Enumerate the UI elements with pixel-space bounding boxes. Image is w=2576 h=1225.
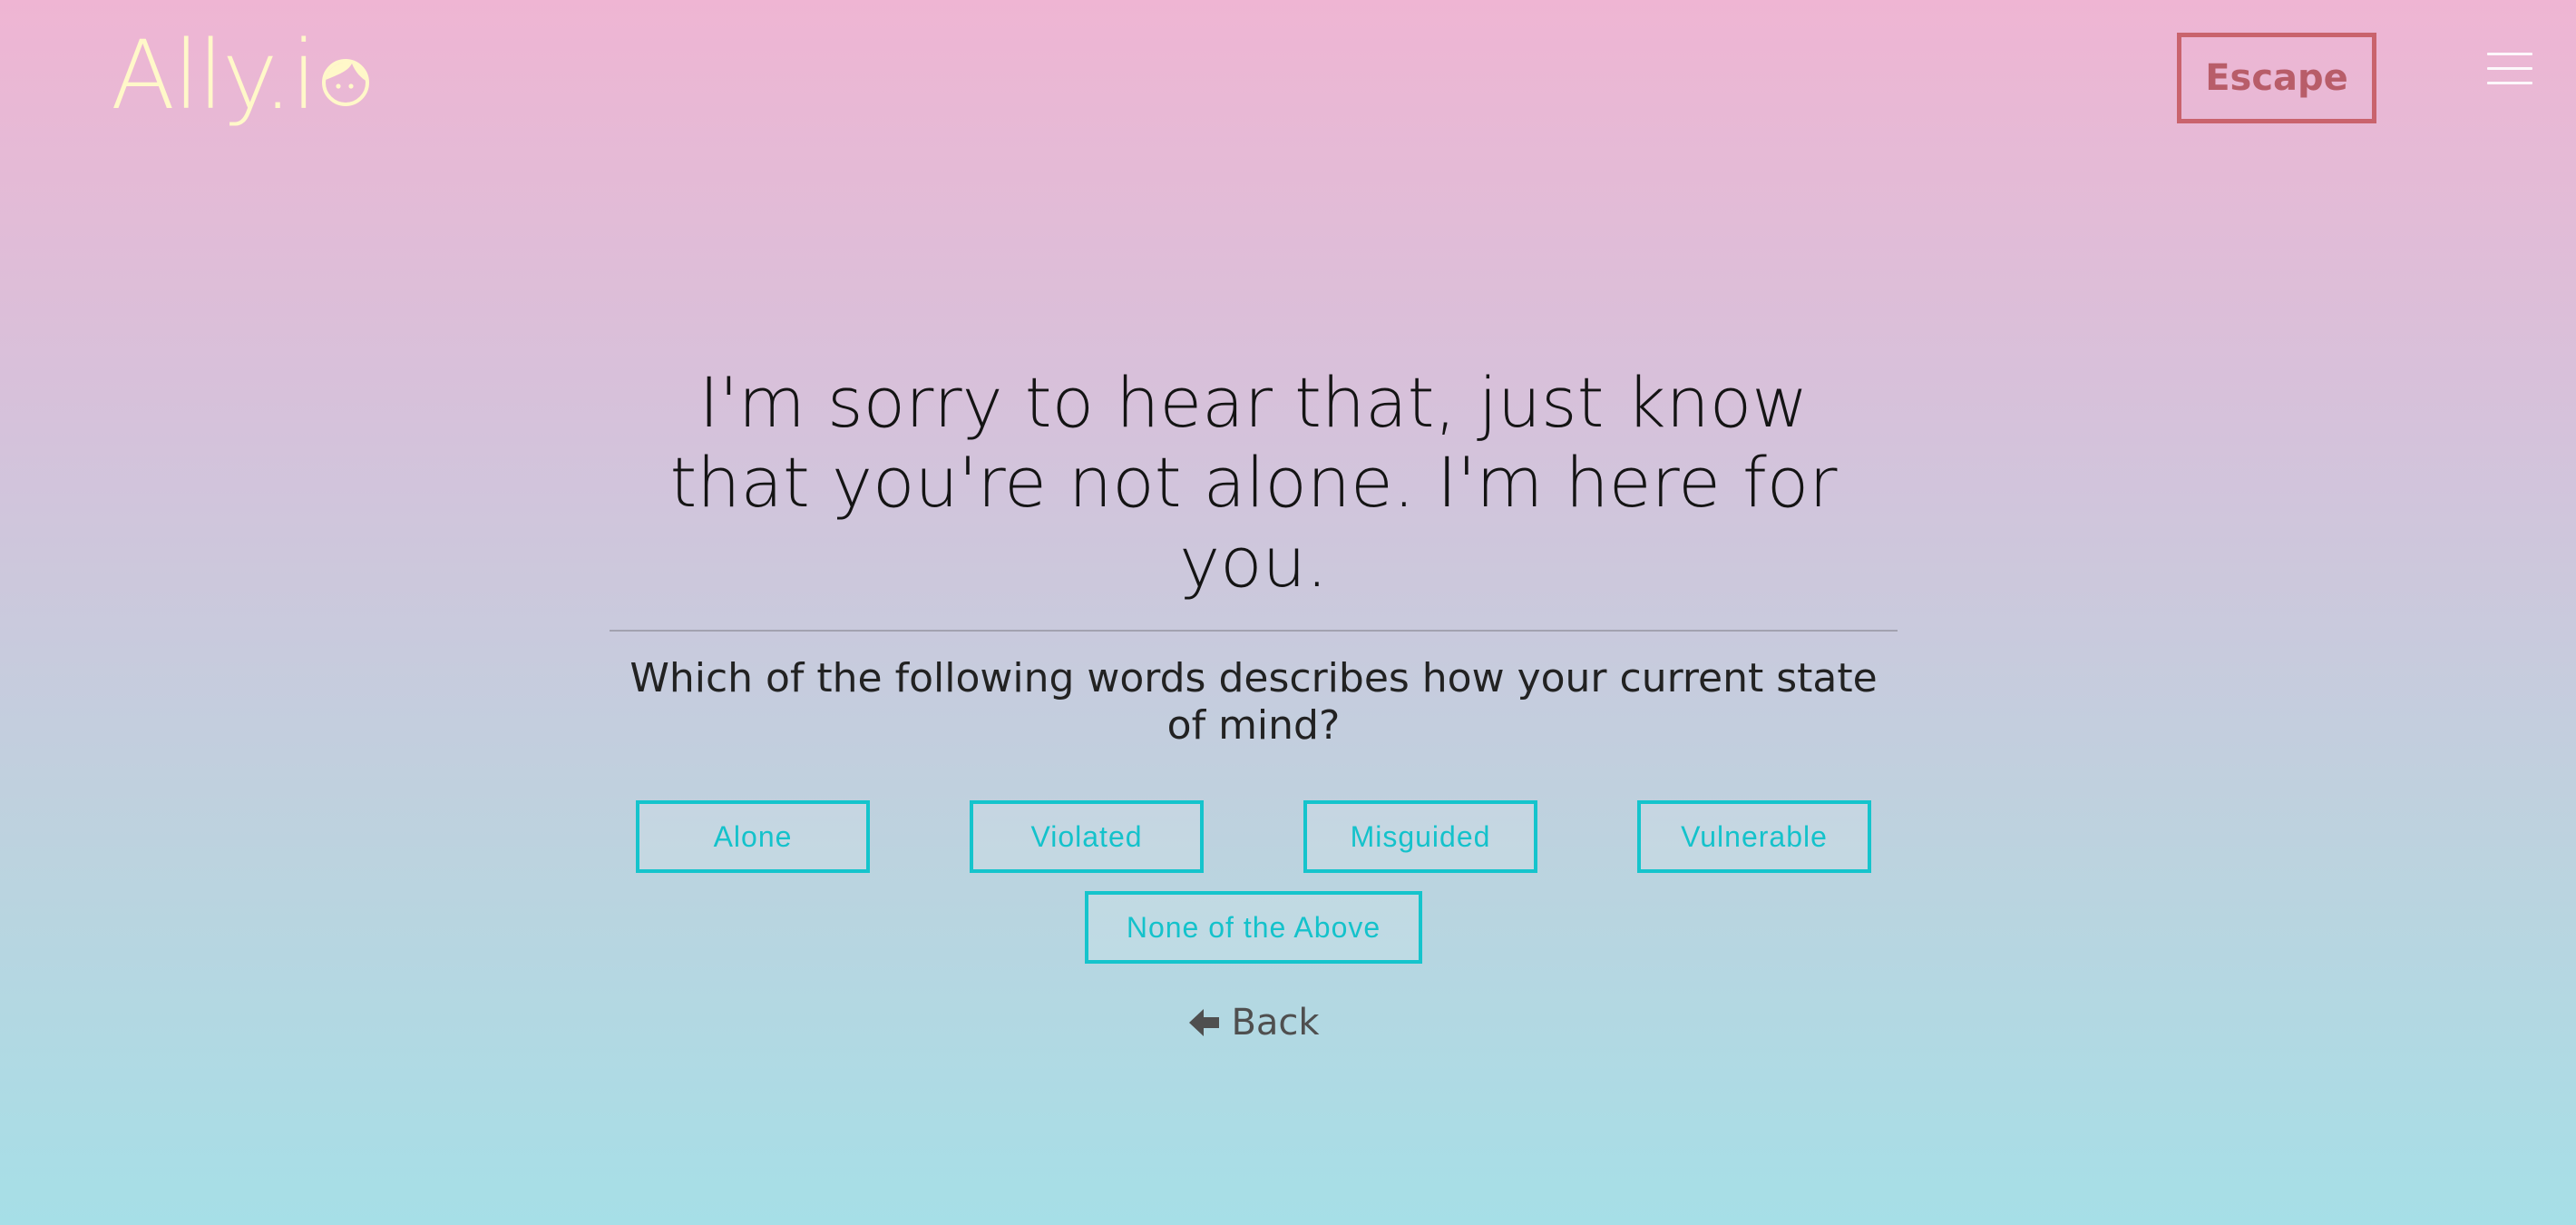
option-misguided-button[interactable]: Misguided	[1303, 800, 1537, 873]
menu-line	[2487, 67, 2532, 70]
logo[interactable]: Ally.i	[111, 25, 370, 125]
options-row: Alone Violated Misguided Vulnerable	[610, 800, 1898, 873]
headline: I'm sorry to hear that, just know that y…	[669, 362, 1838, 603]
option-alone-button[interactable]: Alone	[636, 800, 870, 873]
option-vulnerable-button[interactable]: Vulnerable	[1637, 800, 1871, 873]
menu-line	[2487, 82, 2532, 84]
escape-button[interactable]: Escape	[2177, 33, 2376, 123]
menu-line	[2487, 53, 2532, 55]
options-row-secondary: None of the Above	[610, 891, 1898, 964]
question-text: Which of the following words describes h…	[629, 655, 1878, 749]
main-content: I'm sorry to hear that, just know that y…	[610, 363, 1898, 1044]
none-of-the-above-button[interactable]: None of the Above	[1085, 891, 1422, 964]
face-icon	[321, 59, 369, 106]
hamburger-menu-icon[interactable]	[2487, 45, 2532, 85]
logo-text: Ally.i	[111, 20, 317, 131]
back-label: Back	[1231, 1002, 1320, 1044]
option-violated-button[interactable]: Violated	[970, 800, 1204, 873]
back-link[interactable]: Back	[1187, 1002, 1320, 1044]
divider	[610, 630, 1898, 632]
arrow-left-icon	[1189, 1009, 1220, 1036]
